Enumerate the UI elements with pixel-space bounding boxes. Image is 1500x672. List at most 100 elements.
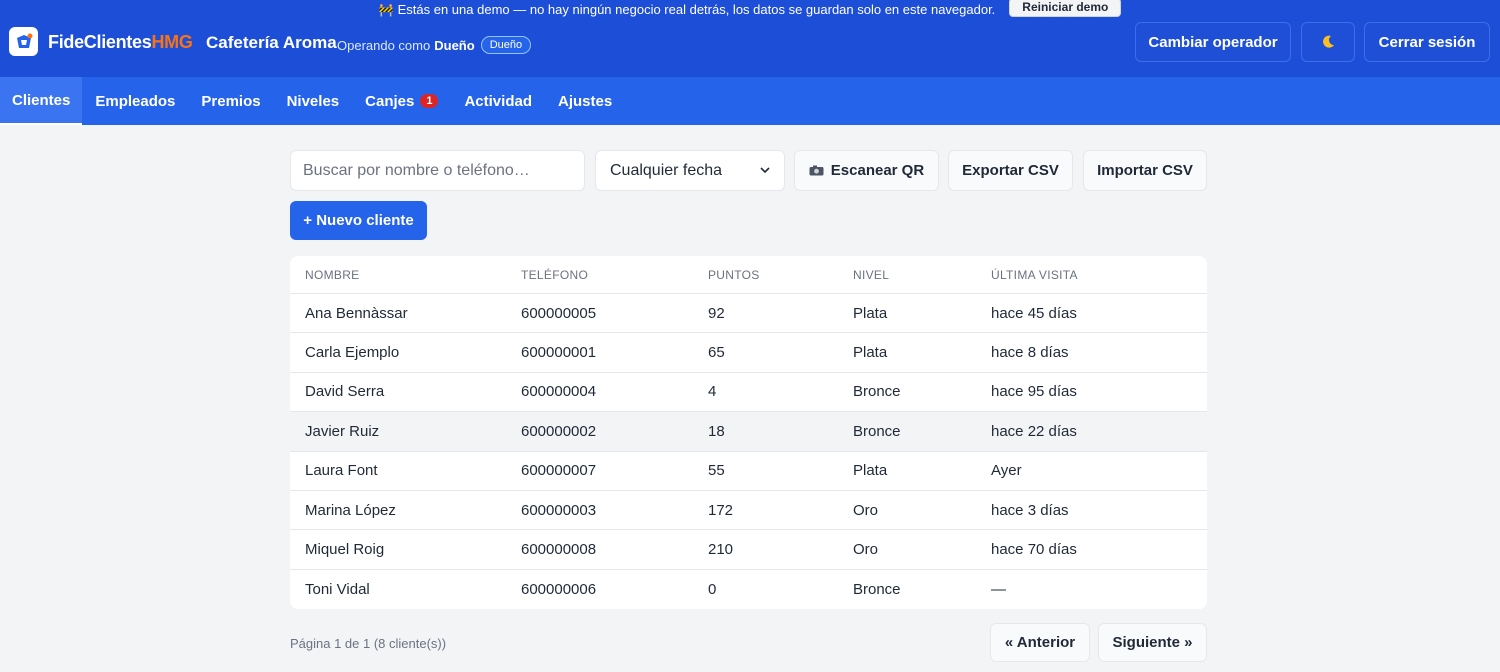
logo-icon xyxy=(16,33,32,48)
cell-phone: 600000007 xyxy=(521,462,597,480)
tab-niveles[interactable]: Niveles xyxy=(274,77,353,125)
cell-name: Toni Vidal xyxy=(305,580,370,598)
operating-label: Operando como xyxy=(337,37,431,53)
cell-last-visit: hace 70 días xyxy=(991,541,1077,559)
previous-page-button[interactable]: « Anterior xyxy=(990,623,1090,662)
table-header: Nombre Teléfono Puntos Nivel Última visi… xyxy=(290,256,1207,294)
clients-table: Nombre Teléfono Puntos Nivel Última visi… xyxy=(290,256,1207,609)
moon-icon xyxy=(1323,35,1334,48)
camera-icon xyxy=(809,165,824,176)
table-row[interactable]: Miquel Roig 600000008 210 Oro hace 70 dí… xyxy=(290,530,1207,570)
tab-actividad[interactable]: Actividad xyxy=(451,77,545,125)
next-page-button[interactable]: Siguiente » xyxy=(1098,623,1207,662)
chevron-down-icon xyxy=(760,167,770,174)
cell-level: Plata xyxy=(853,304,888,322)
header-nivel[interactable]: Nivel xyxy=(853,268,991,282)
cell-level: Oro xyxy=(853,541,879,559)
cell-phone: 600000002 xyxy=(521,422,597,440)
logout-button[interactable]: Cerrar sesión xyxy=(1364,22,1490,62)
tab-premios[interactable]: Premios xyxy=(188,77,273,125)
cell-name: Laura Font xyxy=(305,462,378,480)
tab-label: Clientes xyxy=(12,91,71,109)
tab-canjes[interactable]: Canjes 1 xyxy=(352,77,451,125)
cell-phone: 600000006 xyxy=(521,580,597,598)
cell-phone: 600000001 xyxy=(521,344,597,362)
cell-name: Javier Ruiz xyxy=(305,422,380,440)
cell-phone: 600000005 xyxy=(521,304,597,322)
cell-last-visit: hace 3 días xyxy=(991,501,1069,519)
cell-points: 18 xyxy=(708,422,725,440)
brand-name: FideClientesHMG xyxy=(48,32,193,53)
scan-qr-label: Escanear QR xyxy=(830,162,925,179)
table-row[interactable]: Ana Bennàssar 600000005 92 Plata hace 45… xyxy=(290,294,1207,334)
new-client-button[interactable]: + Nuevo cliente xyxy=(290,201,427,240)
header-puntos[interactable]: Puntos xyxy=(708,268,853,282)
app-logo xyxy=(9,27,38,56)
cell-points: 0 xyxy=(708,580,717,598)
canjes-count-badge: 1 xyxy=(420,94,439,108)
cell-phone: 600000008 xyxy=(521,541,597,559)
cell-name: Ana Bennàssar xyxy=(305,304,408,322)
demo-flag-icon: 🚧 xyxy=(378,2,394,17)
table-row[interactable]: Javier Ruiz 600000002 18 Bronce hace 22 … xyxy=(290,412,1207,452)
business-name: Cafetería Aroma xyxy=(206,33,337,52)
header-ultima-visita[interactable]: Última visita xyxy=(991,268,1191,282)
cell-level: Plata xyxy=(853,462,888,480)
operating-as: Operando como Dueño Dueño xyxy=(337,36,532,54)
brand-accent: HMG xyxy=(151,32,193,52)
theme-toggle-button[interactable] xyxy=(1301,22,1355,62)
cell-points: 92 xyxy=(708,304,725,322)
table-row[interactable]: Carla Ejemplo 600000001 65 Plata hace 8 … xyxy=(290,333,1207,373)
demo-banner-text: Estás en una demo — no hay ningún negoci… xyxy=(397,1,996,17)
cell-points: 4 xyxy=(708,383,717,401)
tab-label: Niveles xyxy=(286,92,340,110)
cell-name: Marina López xyxy=(305,501,396,519)
table-row[interactable]: David Serra 600000004 4 Bronce hace 95 d… xyxy=(290,373,1207,413)
cell-name: David Serra xyxy=(305,383,385,401)
header-telefono[interactable]: Teléfono xyxy=(521,268,708,282)
switch-operator-button[interactable]: Cambiar operador xyxy=(1135,22,1291,62)
cell-name: Carla Ejemplo xyxy=(305,344,400,362)
demo-banner: 🚧 Estás en una demo — no hay ningún negoc… xyxy=(0,0,1500,18)
tab-empleados[interactable]: Empleados xyxy=(82,77,188,125)
cell-points: 55 xyxy=(708,462,725,480)
header-nombre[interactable]: Nombre xyxy=(290,268,521,282)
cell-points: 210 xyxy=(708,541,734,559)
cell-points: 65 xyxy=(708,344,725,362)
role-badge: Dueño xyxy=(480,36,532,54)
date-filter-value: Cualquier fecha xyxy=(610,161,723,179)
table-row[interactable]: Laura Font 600000007 55 Plata Ayer xyxy=(290,452,1207,491)
cell-level: Oro xyxy=(853,501,879,519)
cell-last-visit: hace 22 días xyxy=(991,422,1077,440)
scan-qr-button[interactable]: Escanear QR xyxy=(794,150,939,191)
tab-label: Premios xyxy=(201,92,261,110)
cell-level: Bronce xyxy=(853,580,901,598)
main-nav: Clientes Empleados Premios Niveles Canje… xyxy=(0,77,1500,125)
cell-last-visit: hace 45 días xyxy=(991,304,1077,322)
cell-phone: 600000003 xyxy=(521,501,597,519)
tab-ajustes[interactable]: Ajustes xyxy=(545,77,625,125)
cell-level: Bronce xyxy=(853,422,901,440)
tab-label: Canjes xyxy=(365,92,415,110)
cell-points: 172 xyxy=(708,501,734,519)
table-row[interactable]: Toni Vidal 600000006 0 Bronce — xyxy=(290,570,1207,609)
search-input[interactable] xyxy=(290,150,585,191)
date-filter-select[interactable]: Cualquier fecha xyxy=(595,150,785,191)
pagination-info: Página 1 de 1 (8 cliente(s)) xyxy=(290,636,447,651)
tab-label: Empleados xyxy=(95,92,176,110)
tab-clientes[interactable]: Clientes xyxy=(0,77,83,125)
operator-name: Dueño xyxy=(434,37,475,53)
export-csv-button[interactable]: Exportar CSV xyxy=(948,150,1073,191)
reset-demo-button[interactable]: Reiniciar demo xyxy=(1009,0,1122,17)
cell-last-visit: hace 95 días xyxy=(991,383,1077,401)
cell-level: Plata xyxy=(853,344,888,362)
cell-name: Miquel Roig xyxy=(305,541,385,559)
cell-level: Bronce xyxy=(853,383,901,401)
cell-phone: 600000004 xyxy=(521,383,597,401)
import-csv-button[interactable]: Importar CSV xyxy=(1083,150,1207,191)
table-row[interactable]: Marina López 600000003 172 Oro hace 3 dí… xyxy=(290,491,1207,531)
demo-banner-text-wrap: 🚧 Estás en una demo — no hay ningún negoc… xyxy=(379,2,996,17)
cell-last-visit: — xyxy=(991,580,1006,598)
tab-label: Ajustes xyxy=(557,92,613,110)
cell-last-visit: hace 8 días xyxy=(991,344,1069,362)
